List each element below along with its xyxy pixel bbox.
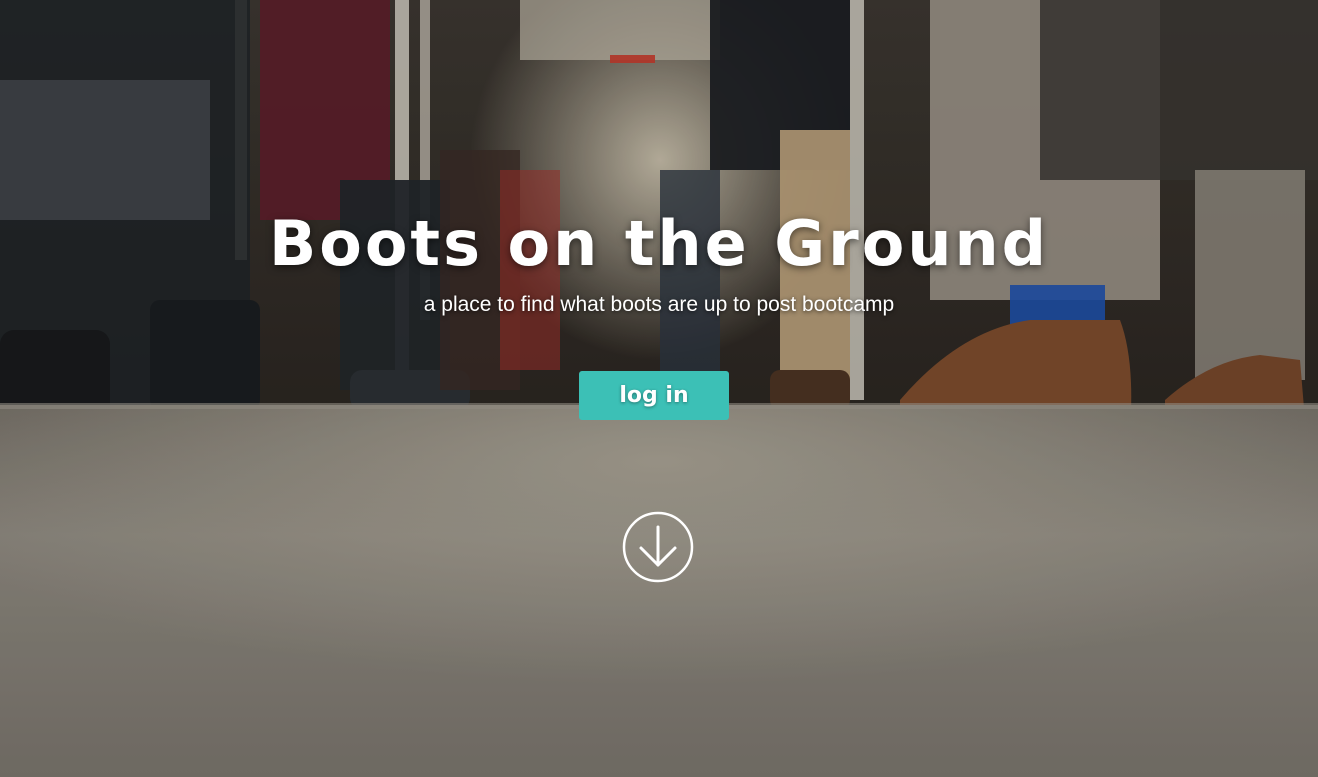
scroll-down-button[interactable] <box>622 511 694 583</box>
login-button[interactable]: log in <box>579 371 729 420</box>
arrow-down-circle-icon <box>622 511 694 583</box>
page-subtitle: a place to find what boots are up to pos… <box>423 293 895 316</box>
page-title: Boots on the Ground <box>268 207 1050 280</box>
hero-section: Boots on the Ground a place to find what… <box>0 0 1318 777</box>
